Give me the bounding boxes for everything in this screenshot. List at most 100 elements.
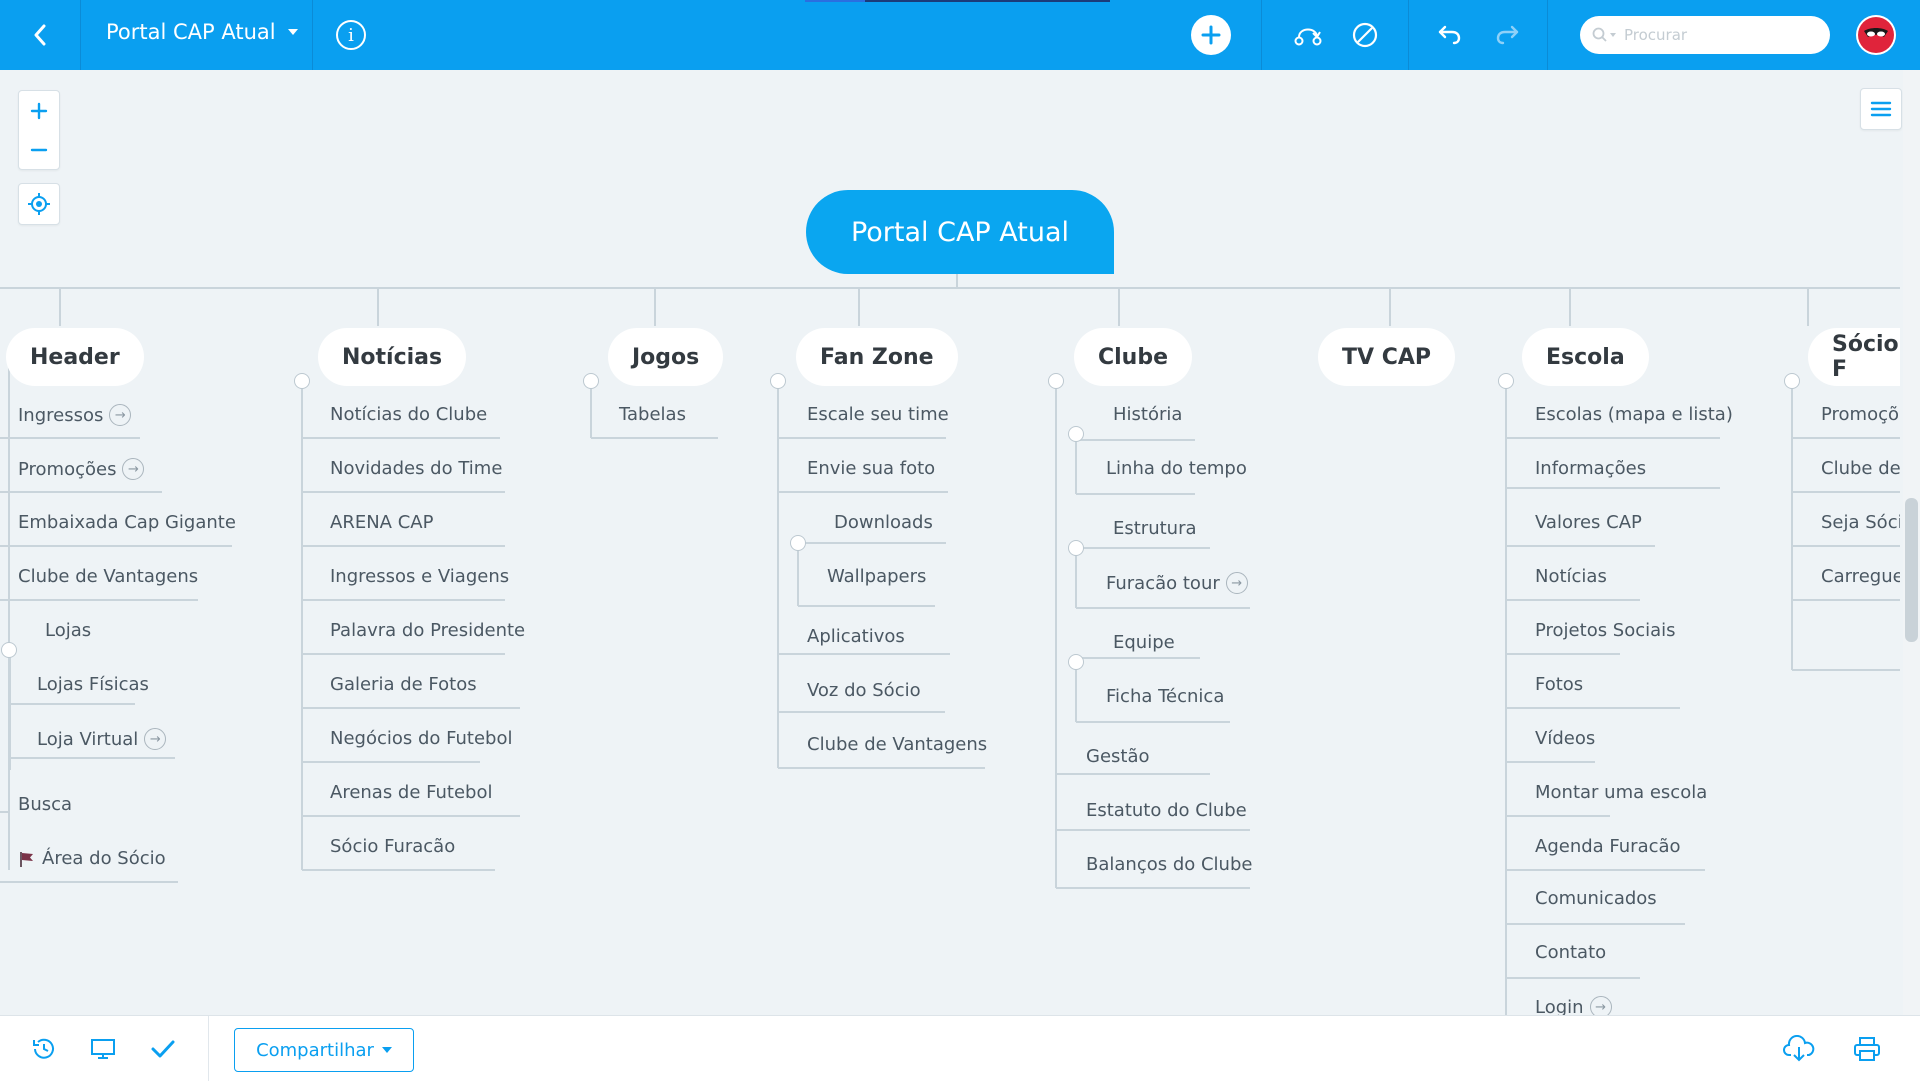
topic-informacoes[interactable]: Informações bbox=[1535, 458, 1646, 479]
topic-contato[interactable]: Contato bbox=[1535, 942, 1606, 963]
chevron-down-icon bbox=[287, 29, 298, 35]
topic-videos[interactable]: Vídeos bbox=[1535, 728, 1595, 749]
collapse-toggle[interactable] bbox=[583, 373, 599, 389]
topic-carregue[interactable]: Carregue bbox=[1821, 566, 1900, 587]
share-button[interactable]: Compartilhar bbox=[234, 1028, 414, 1072]
search-input[interactable] bbox=[1622, 25, 1816, 45]
topic-ficha-tecnica[interactable]: Ficha Técnica bbox=[1106, 686, 1224, 707]
connect-button[interactable] bbox=[1290, 18, 1326, 52]
topic-area-socio[interactable]: Área do Sócio bbox=[18, 848, 166, 869]
scrollbar-thumb[interactable] bbox=[1905, 498, 1918, 642]
topic-arenas-futebol[interactable]: Arenas de Futebol bbox=[330, 782, 493, 803]
mind-map-canvas[interactable]: Portal CAP Atual Header Notícias Jogos F… bbox=[0, 70, 1900, 1015]
user-avatar[interactable] bbox=[1856, 15, 1896, 55]
redo-button[interactable] bbox=[1490, 18, 1524, 52]
topic-noticias-clube[interactable]: Notícias do Clube bbox=[330, 404, 487, 425]
topic-negocios-futebol[interactable]: Negócios do Futebol bbox=[330, 728, 513, 749]
topic-aplicativos[interactable]: Aplicativos bbox=[807, 626, 905, 647]
back-button[interactable] bbox=[20, 15, 60, 55]
topic-label: Promoções bbox=[18, 458, 117, 480]
topic-tabelas[interactable]: Tabelas bbox=[619, 404, 686, 425]
topic-embaixada[interactable]: Embaixada Cap Gigante bbox=[18, 512, 236, 533]
topic-clube-vantagens-fan[interactable]: Clube de Vantagens bbox=[807, 734, 987, 755]
search-box[interactable] bbox=[1580, 16, 1830, 54]
topic-promocoes[interactable]: Promoções → bbox=[18, 458, 145, 480]
collapse-toggle[interactable] bbox=[1498, 373, 1514, 389]
history-button[interactable] bbox=[27, 1032, 61, 1066]
toolbar-divider bbox=[312, 0, 313, 70]
link-arrow-icon[interactable]: → bbox=[122, 458, 145, 480]
topic-historia[interactable]: História bbox=[1113, 404, 1182, 425]
root-topic[interactable]: Portal CAP Atual bbox=[806, 190, 1114, 274]
branch-tv-cap[interactable]: TV CAP bbox=[1318, 328, 1455, 386]
collapse-toggle[interactable] bbox=[1784, 373, 1800, 389]
link-arrow-icon[interactable]: → bbox=[109, 404, 132, 426]
link-arrow-icon[interactable]: → bbox=[1225, 572, 1248, 594]
collapse-toggle[interactable] bbox=[1068, 540, 1084, 556]
topic-estatuto[interactable]: Estatuto do Clube bbox=[1086, 800, 1247, 821]
topic-arena-cap[interactable]: ARENA CAP bbox=[330, 512, 433, 533]
topic-busca[interactable]: Busca bbox=[18, 794, 72, 815]
document-title-dropdown[interactable]: Portal CAP Atual bbox=[106, 20, 298, 44]
topic-palavra-presidente[interactable]: Palavra do Presidente bbox=[330, 620, 525, 641]
topic-noticias-escola[interactable]: Notícias bbox=[1535, 566, 1607, 587]
branch-socio[interactable]: Sócio F bbox=[1808, 328, 1900, 386]
branch-jogos[interactable]: Jogos bbox=[608, 328, 724, 386]
collapse-toggle[interactable] bbox=[1048, 373, 1064, 389]
topic-clube-de-socio[interactable]: Clube de bbox=[1821, 458, 1900, 479]
topic-loja-virtual[interactable]: Loja Virtual → bbox=[37, 728, 167, 750]
topic-valores-cap[interactable]: Valores CAP bbox=[1535, 512, 1642, 533]
topic-montar-escola[interactable]: Montar uma escola bbox=[1535, 782, 1707, 803]
topic-furacao-tour[interactable]: Furacão tour → bbox=[1106, 572, 1248, 594]
clear-style-button[interactable] bbox=[1348, 18, 1382, 52]
collapse-toggle[interactable] bbox=[1, 642, 17, 658]
collapse-toggle[interactable] bbox=[1068, 654, 1084, 670]
branch-header[interactable]: Header bbox=[6, 328, 144, 386]
topic-socio-furacao[interactable]: Sócio Furacão bbox=[330, 836, 455, 857]
topic-estrutura[interactable]: Estrutura bbox=[1113, 518, 1197, 539]
branch-noticias[interactable]: Notícias bbox=[318, 328, 467, 386]
topic-comunicados[interactable]: Comunicados bbox=[1535, 888, 1657, 909]
topic-galeria-fotos[interactable]: Galeria de Fotos bbox=[330, 674, 477, 695]
collapse-toggle[interactable] bbox=[294, 373, 310, 389]
collapse-toggle[interactable] bbox=[1068, 426, 1084, 442]
collapse-toggle[interactable] bbox=[790, 535, 806, 551]
info-button[interactable]: i bbox=[336, 20, 366, 50]
topic-linha-tempo[interactable]: Linha do tempo bbox=[1106, 458, 1247, 479]
link-arrow-icon[interactable]: → bbox=[1589, 996, 1612, 1015]
topic-ingressos-viagens[interactable]: Ingressos e Viagens bbox=[330, 566, 509, 587]
topic-voz-socio[interactable]: Voz do Sócio bbox=[807, 680, 921, 701]
topic-envie-foto[interactable]: Envie sua foto bbox=[807, 458, 935, 479]
topic-equipe[interactable]: Equipe bbox=[1113, 632, 1175, 653]
topic-login[interactable]: Login → bbox=[1535, 996, 1612, 1015]
tasks-button[interactable] bbox=[146, 1032, 180, 1066]
topic-novidades-time[interactable]: Novidades do Time bbox=[330, 458, 502, 479]
topic-gestao[interactable]: Gestão bbox=[1086, 746, 1150, 767]
link-arrow-icon[interactable]: → bbox=[144, 728, 167, 750]
download-button[interactable] bbox=[1782, 1032, 1816, 1066]
add-topic-button[interactable] bbox=[1191, 15, 1231, 55]
topic-clube-vantagens[interactable]: Clube de Vantagens bbox=[18, 566, 198, 587]
undo-button[interactable] bbox=[1433, 18, 1467, 52]
topic-fotos[interactable]: Fotos bbox=[1535, 674, 1583, 695]
topic-seja-socio[interactable]: Seja Sócio bbox=[1821, 512, 1900, 533]
collapse-toggle[interactable] bbox=[770, 373, 786, 389]
topic-lojas[interactable]: Lojas bbox=[45, 620, 91, 641]
print-button[interactable] bbox=[1850, 1032, 1884, 1066]
topic-downloads[interactable]: Downloads bbox=[834, 512, 933, 533]
branch-fan-zone[interactable]: Fan Zone bbox=[796, 328, 958, 386]
topic-projetos-sociais[interactable]: Projetos Sociais bbox=[1535, 620, 1676, 641]
topic-agenda-furacao[interactable]: Agenda Furacão bbox=[1535, 836, 1681, 857]
topic-balancos[interactable]: Balanços do Clube bbox=[1086, 854, 1252, 875]
topic-wallpapers[interactable]: Wallpapers bbox=[827, 566, 926, 587]
vertical-scrollbar[interactable] bbox=[1903, 70, 1920, 1015]
topic-escolas-mapa[interactable]: Escolas (mapa e lista) bbox=[1535, 404, 1733, 425]
topic-escale-time[interactable]: Escale seu time bbox=[807, 404, 949, 425]
topic-ingressos[interactable]: Ingressos → bbox=[18, 404, 132, 426]
presentation-button[interactable] bbox=[86, 1032, 120, 1066]
topic-lojas-fisicas[interactable]: Lojas Físicas bbox=[37, 674, 149, 695]
branch-clube[interactable]: Clube bbox=[1074, 328, 1193, 386]
topic-promocoes-socio[interactable]: Promoçõe bbox=[1821, 404, 1900, 425]
branch-escola[interactable]: Escola bbox=[1522, 328, 1649, 386]
back-icon bbox=[34, 24, 46, 46]
